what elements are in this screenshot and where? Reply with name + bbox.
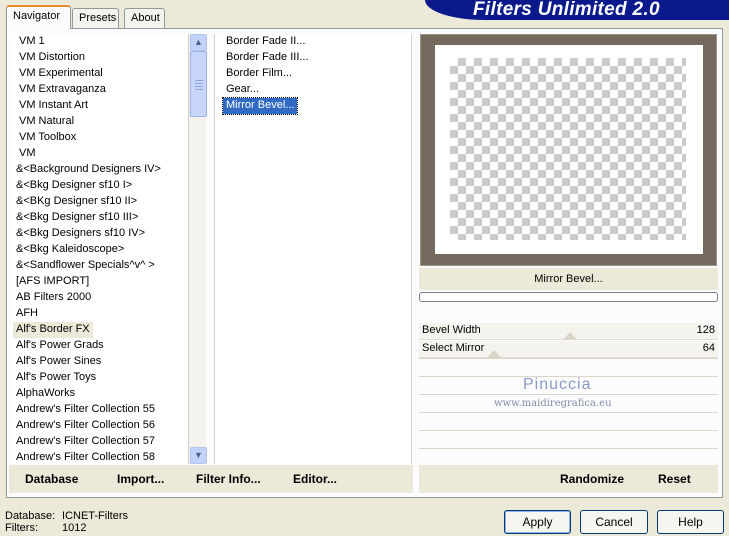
editor-button[interactable]: Editor... [293, 465, 337, 493]
filters-count-label: Filters: [5, 522, 38, 534]
category-item[interactable]: VM 1 [16, 34, 48, 50]
param-bevel-width[interactable]: Bevel Width 128 [419, 322, 718, 340]
preview-image [450, 58, 686, 240]
param-slot [419, 448, 718, 464]
category-item[interactable]: VM Distortion [16, 50, 88, 66]
help-button[interactable]: Help [657, 510, 724, 534]
tab-navigator-label: Navigator [13, 10, 61, 22]
tab-presets[interactable]: Presets [72, 8, 119, 28]
category-item[interactable]: &<BKg Designer sf10 II> [13, 194, 140, 210]
filters-count-value: 1012 [62, 522, 87, 534]
cancel-button[interactable]: Cancel [580, 510, 648, 534]
param-select-mirror[interactable]: Select Mirror 64 [419, 340, 718, 358]
randomize-button[interactable]: Randomize [560, 465, 624, 493]
category-item[interactable]: AlphaWorks [13, 386, 78, 402]
category-item[interactable]: VM Experimental [16, 66, 106, 82]
database-label: Database: [5, 510, 56, 522]
category-item[interactable]: &<Sandflower Specials^v^ > [13, 258, 158, 274]
filter-item[interactable]: Border Fade III... [223, 50, 312, 66]
category-item[interactable]: Andrew's Filter Collection 55 [13, 402, 158, 418]
category-item[interactable]: &<Bkg Designer sf10 III> [13, 210, 141, 226]
filter-list[interactable]: Border Fade II... Border Fade III... Borde… [214, 34, 412, 464]
filter-info-button[interactable]: Filter Info... [196, 465, 261, 493]
param-select-mirror-label: Select Mirror [422, 342, 485, 354]
scroll-thumb[interactable] [190, 51, 207, 117]
category-item[interactable]: VM Natural [16, 114, 77, 130]
category-item[interactable]: AFH [13, 306, 41, 322]
param-slot [419, 358, 718, 374]
category-item[interactable]: &<Bkg Designers sf10 IV> [13, 226, 148, 242]
bevel-width-slider-mark[interactable] [563, 332, 577, 340]
category-item[interactable]: Alf's Power Toys [13, 370, 99, 386]
select-mirror-slider-mark[interactable] [487, 350, 501, 358]
database-value: ICNET-Filters [62, 510, 128, 522]
scroll-down-button[interactable]: ▼ [190, 447, 207, 464]
param-slot [419, 430, 718, 446]
reset-button[interactable]: Reset [658, 465, 691, 493]
database-button[interactable]: Database [25, 465, 78, 493]
category-item[interactable]: Alf's Power Sines [13, 354, 104, 370]
category-item[interactable]: Alf's Border FX [13, 322, 93, 338]
watermark-name: Pinuccia [523, 376, 592, 393]
category-item[interactable]: AB Filters 2000 [13, 290, 94, 306]
tab-about-label: About [131, 12, 160, 24]
tab-presets-label: Presets [79, 12, 117, 24]
watermark-url: www.maidiregrafica.eu [494, 398, 612, 409]
param-select-mirror-value: 64 [702, 342, 715, 354]
apply-button[interactable]: Apply [504, 510, 571, 534]
category-item[interactable]: Alf's Power Grads [13, 338, 107, 354]
category-item[interactable]: [AFS IMPORT] [13, 274, 92, 290]
progress-bar [419, 292, 718, 302]
import-button[interactable]: Import... [117, 465, 164, 493]
param-bevel-width-label: Bevel Width [422, 324, 481, 336]
category-item[interactable]: VM Toolbox [16, 130, 79, 146]
selected-filter-name: Mirror Bevel... [419, 268, 718, 290]
category-item[interactable]: Andrew's Filter Collection 58 [13, 450, 158, 464]
category-item[interactable]: Andrew's Filter Collection 56 [13, 418, 158, 434]
filter-item[interactable]: Mirror Bevel... [221, 97, 299, 115]
category-scrollbar[interactable]: ▲ ▼ [189, 34, 207, 464]
filter-item[interactable]: Border Film... [223, 66, 295, 82]
filter-item[interactable]: Gear... [223, 82, 262, 98]
category-item[interactable]: &<Bkg Kaleidoscope> [13, 242, 127, 258]
navigator-toolbar: Database Import... Filter Info... Editor… [9, 465, 413, 493]
filter-item[interactable]: Border Fade II... [223, 34, 308, 50]
param-slot [419, 412, 718, 428]
category-item[interactable]: VM Instant Art [16, 98, 91, 114]
category-list[interactable]: VM 1 VM Distortion VM Experimental VM Extra… [10, 34, 189, 464]
category-item[interactable]: &<Background Designers IV> [13, 162, 164, 178]
category-item[interactable]: Andrew's Filter Collection 57 [13, 434, 158, 450]
tab-about[interactable]: About [124, 8, 165, 28]
app-title: Filters Unlimited 2.0 [473, 0, 660, 20]
scroll-up-button[interactable]: ▲ [190, 34, 207, 51]
category-item[interactable]: &<Bkg Designer sf10 I> [13, 178, 135, 194]
category-item[interactable]: VM Extravaganza [16, 82, 109, 98]
param-bevel-width-value: 128 [696, 324, 715, 336]
category-item[interactable]: VM [16, 146, 39, 162]
preview-toolbar: Randomize Reset [419, 465, 718, 493]
tab-navigator[interactable]: Navigator [6, 5, 71, 29]
